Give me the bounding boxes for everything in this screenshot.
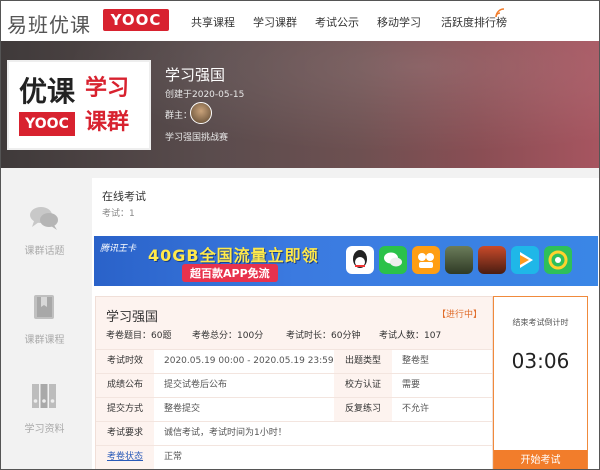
nav-mobile-learning[interactable]: 移动学习 xyxy=(377,14,421,30)
info-label: 考试时效 xyxy=(96,350,154,373)
group-logo-text: 优课 xyxy=(19,75,76,108)
group-logo-text: 课群 xyxy=(85,110,130,135)
wechat-app-icon xyxy=(379,246,407,274)
exam-stat: 考试人数：107 xyxy=(379,328,441,341)
exam-info-row: 考试时效 2020.05.19 00:00 - 2020.05.19 23:59… xyxy=(96,349,492,373)
chat-bubbles-icon xyxy=(30,207,58,230)
group-owner-label: 群主： xyxy=(165,111,193,121)
sidebar-item-materials[interactable]: 学习资料 xyxy=(1,360,88,446)
group-created-date: 创建于2020-05-15 xyxy=(165,90,245,100)
countdown-value: 03:06 xyxy=(511,349,570,373)
main-content: 在线考试 考试：1 腾讯王卡 40GB全国流量立即领 超百款APP免流 学习强国… xyxy=(92,178,599,469)
exam-info-row: 成绩公布 提交试卷后公布 校方认证 需要 xyxy=(96,373,492,397)
sidebar-item-label: 课群话题 xyxy=(24,246,65,257)
nav-study-groups[interactable]: 学习课群 xyxy=(253,14,297,30)
page: 易班优课 YOOC 共享课程 学习课群 考试公示 移动学习 活跃度排行榜 优课 … xyxy=(0,0,600,470)
group-logo-badge: YOOC xyxy=(19,112,75,136)
info-value: 提交试卷后公布 xyxy=(164,380,228,390)
group-logo-text: 学习 xyxy=(85,76,130,101)
exam-card-header: 学习强国 【进行中】 考卷题目：60题 考卷总分：100分 考试时长：60分钟 … xyxy=(96,297,492,349)
info-value: 需要 xyxy=(402,380,421,390)
exam-info-row: 提交方式 整卷提交 反复练习 不允许 xyxy=(96,397,492,421)
stat-label: 考试人数： xyxy=(379,331,425,341)
owner-avatar[interactable] xyxy=(190,102,212,124)
group-logo: 优课 YOOC 学习 课群 xyxy=(7,60,151,150)
group-name: 学习强国 xyxy=(165,66,226,84)
stat-label: 考卷总分： xyxy=(192,331,238,341)
info-label: 提交方式 xyxy=(96,398,154,421)
info-value: 正常 xyxy=(164,452,183,462)
info-label: 校方认证 xyxy=(334,374,392,397)
start-exam-button[interactable]: 开始考试 xyxy=(494,450,587,469)
exam-stat: 考试时长：60分钟 xyxy=(286,328,360,341)
exam-status: 【进行中】 xyxy=(436,310,482,320)
group-tag: 学习强国挑战赛 xyxy=(165,133,229,143)
info-label: 出题类型 xyxy=(334,350,392,373)
group-banner: 优课 YOOC 学习 课群 学习强国 创建于2020-05-15 群主： 学习强… xyxy=(1,41,599,168)
info-label: 反复练习 xyxy=(334,398,392,421)
video-app-icon xyxy=(412,246,440,274)
sidebar-item-label: 课群课程 xyxy=(24,335,65,346)
info-value: 诚信考试，考试时间为1小时！ xyxy=(164,428,287,438)
stat-label: 考卷题目： xyxy=(106,331,152,341)
music-app-icon xyxy=(544,246,572,274)
exam-name: 学习强国 xyxy=(106,310,159,325)
stat-value: 107 xyxy=(424,331,442,341)
game-app-icon-2 xyxy=(478,246,506,274)
nav-shared-courses[interactable]: 共享课程 xyxy=(191,14,235,30)
signal-icon xyxy=(495,8,505,18)
exam-info-row: 考卷状态 正常 xyxy=(96,445,492,469)
info-value: 2020.05.19 00:00 - 2020.05.19 23:59 xyxy=(164,356,334,366)
info-value: 整卷型 xyxy=(402,356,430,366)
binders-icon xyxy=(32,384,56,408)
site-logo[interactable]: 易班优课 xyxy=(7,9,91,38)
ad-brand: 腾讯王卡 xyxy=(100,244,137,254)
ad-banner[interactable]: 腾讯王卡 40GB全国流量立即领 超百款APP免流 xyxy=(94,236,598,286)
info-value: 不允许 xyxy=(402,404,430,414)
exam-status-link[interactable]: 考卷状态 xyxy=(96,446,154,469)
nav-exam-notice[interactable]: 考试公示 xyxy=(315,14,359,30)
exam-info-row: 考试要求 诚信考试，考试时间为1小时！ xyxy=(96,421,492,445)
site-logo-badge[interactable]: YOOC xyxy=(103,9,169,31)
top-nav: 易班优课 YOOC 共享课程 学习课群 考试公示 移动学习 活跃度排行榜 xyxy=(1,1,599,41)
exam-stat: 考卷总分：100分 xyxy=(192,328,263,341)
section-title: 在线考试 xyxy=(102,190,146,203)
book-icon xyxy=(34,295,54,319)
stat-value: 100分 xyxy=(237,331,264,341)
ad-headline: 40GB全国流量立即领 xyxy=(148,246,319,265)
stat-label: 考试时长： xyxy=(286,331,332,341)
countdown-label: 结束考试倒计时 xyxy=(512,318,569,327)
qq-app-icon xyxy=(346,246,374,274)
tencent-video-icon xyxy=(511,246,539,274)
info-label: 考试要求 xyxy=(96,422,154,445)
info-value: 整卷提交 xyxy=(164,404,201,414)
exam-stat: 考卷题目：60题 xyxy=(106,328,171,341)
ad-subline: 超百款APP免流 xyxy=(182,264,278,282)
stat-value: 60题 xyxy=(151,331,172,341)
info-label: 成绩公布 xyxy=(96,374,154,397)
exam-card: 学习强国 【进行中】 考卷题目：60题 考卷总分：100分 考试时长：60分钟 … xyxy=(95,296,493,469)
sidebar-item-topics[interactable]: 课群话题 xyxy=(1,182,88,268)
game-app-icon xyxy=(445,246,473,274)
countdown-panel: 结束考试倒计时 03:06 开始考试 xyxy=(493,296,588,469)
stat-value: 60分钟 xyxy=(331,331,361,341)
exam-count: 考试：1 xyxy=(102,209,135,219)
sidebar-item-label: 学习资料 xyxy=(24,424,65,435)
sidebar-item-courses[interactable]: 课群课程 xyxy=(1,271,88,357)
